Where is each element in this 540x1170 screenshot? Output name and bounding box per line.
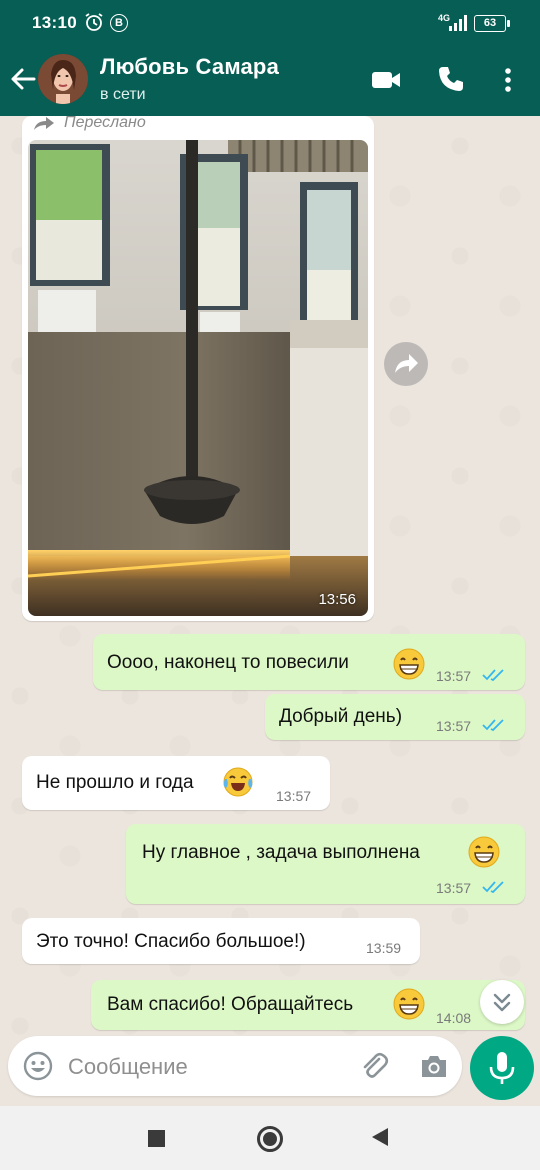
b-badge-icon: B <box>110 14 128 32</box>
camera-icon[interactable] <box>418 1050 450 1082</box>
input-bar <box>0 1030 540 1106</box>
status-time: 13:10 <box>32 13 77 32</box>
message-text: Это точно! Спасибо большое!) <box>36 931 306 952</box>
message-text: Ну главное , задача выполнена <box>142 842 420 863</box>
message-input[interactable] <box>66 1046 350 1088</box>
message-time: 14:08 <box>436 1010 472 1026</box>
message-bubble-outgoing[interactable]: Вам спасибо! Обращайтесь 14:08 <box>91 980 525 1030</box>
tears-of-joy-emoji-icon <box>223 767 253 797</box>
system-navigation-bar <box>0 1106 540 1170</box>
grin-emoji-icon <box>468 836 500 868</box>
photo-thumbnail[interactable]: 13:56 <box>28 140 368 616</box>
image-timestamp: 13:56 <box>318 591 356 608</box>
phone-call-icon[interactable] <box>436 64 466 94</box>
message-time: 13:59 <box>366 940 402 956</box>
recents-icon[interactable] <box>148 1130 165 1147</box>
contact-status: в сети <box>100 86 146 103</box>
chat-header: Любовь Самара в сети <box>0 48 540 116</box>
forward-arrow-icon <box>34 117 54 130</box>
back-arrow-icon[interactable] <box>6 62 40 96</box>
fireplace-photo <box>28 140 368 616</box>
paperclip-icon[interactable] <box>358 1050 390 1082</box>
alarm-icon <box>85 13 103 31</box>
grin-emoji-icon <box>393 648 425 680</box>
image-message[interactable]: Переслано 13:56 <box>22 116 374 621</box>
message-bubble-incoming[interactable]: Это точно! Спасибо большое!) 13:59 <box>22 918 420 964</box>
message-text: Вам спасибо! Обращайтесь <box>107 994 354 1015</box>
message-text: Оооо, наконец то повесили <box>107 652 349 673</box>
message-text: Добрый день) <box>279 706 403 727</box>
read-ticks-icon <box>482 719 504 732</box>
signal-icon <box>449 15 467 31</box>
message-time: 13:57 <box>436 668 472 684</box>
message-bubble-outgoing[interactable]: Оооо, наконец то повесили 13:57 <box>93 634 525 690</box>
voice-message-button[interactable] <box>470 1036 534 1100</box>
message-time: 13:57 <box>436 718 472 734</box>
grin-emoji-icon <box>393 988 425 1020</box>
more-menu-icon[interactable] <box>496 64 520 96</box>
share-button[interactable] <box>384 342 428 386</box>
message-time: 13:57 <box>276 788 312 804</box>
chat-area[interactable]: Переслано 13:56 Оооо, наконец то повесил… <box>0 116 540 1106</box>
microphone-icon <box>489 1052 515 1084</box>
emoji-icon[interactable] <box>22 1050 54 1082</box>
home-icon[interactable] <box>257 1126 283 1152</box>
nav-back-icon[interactable] <box>372 1128 388 1146</box>
message-time: 13:57 <box>436 880 472 896</box>
read-ticks-icon <box>482 669 504 682</box>
share-arrow-icon <box>395 354 418 373</box>
read-ticks-icon <box>482 881 504 894</box>
contact-name[interactable]: Любовь Самара <box>100 54 279 80</box>
message-composer <box>8 1036 462 1096</box>
avatar[interactable] <box>38 54 88 104</box>
message-bubble-outgoing[interactable]: Ну главное , задача выполнена 13:57 <box>126 824 525 904</box>
video-call-icon[interactable] <box>370 66 402 94</box>
message-text: Не прошло и года <box>36 772 194 793</box>
battery-icon: 63 <box>474 15 510 32</box>
message-bubble-outgoing[interactable]: Добрый день) 13:57 <box>265 694 525 740</box>
scroll-to-bottom-button[interactable] <box>480 980 524 1024</box>
message-bubble-incoming[interactable]: Не прошло и года 13:57 <box>22 756 330 810</box>
status-bar: 13:10 B 4G 63 <box>0 0 540 48</box>
double-chevron-down-icon <box>493 993 511 1012</box>
forwarded-label: Переслано <box>64 116 146 131</box>
